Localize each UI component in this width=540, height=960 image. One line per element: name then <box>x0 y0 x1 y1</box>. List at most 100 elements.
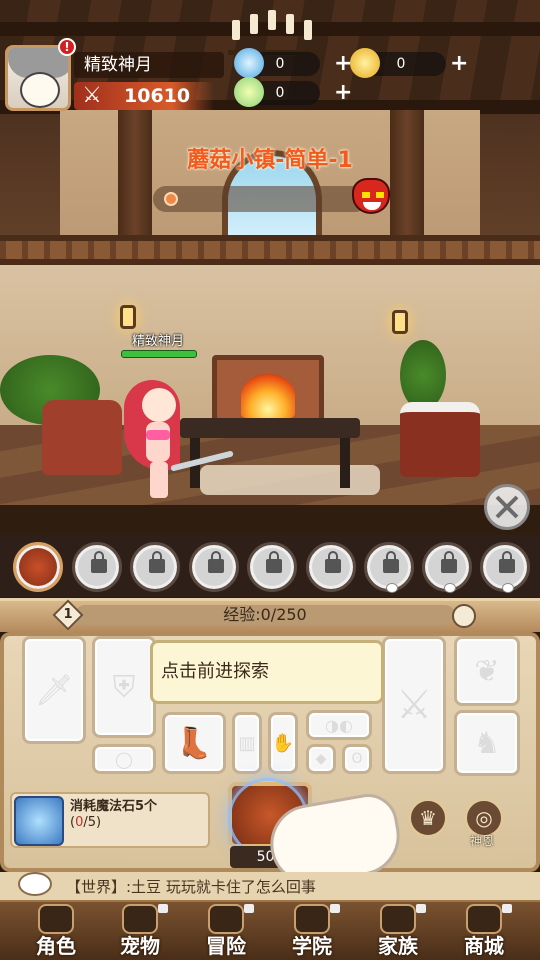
equip-slot-boots[interactable]: 👢 <box>162 712 226 774</box>
player-avatar[interactable] <box>5 45 71 111</box>
paw-icon <box>502 583 514 593</box>
boss-icon <box>352 178 390 214</box>
skill-slot-locked[interactable] <box>72 542 122 592</box>
skill-slot-locked[interactable] <box>130 542 180 592</box>
nav-adventure[interactable]: 冒险 <box>186 900 266 960</box>
lock-icon <box>416 904 426 913</box>
crown-icon: ♛ <box>419 806 437 830</box>
stage-title: 蘑菇小镇-简单-1 <box>187 148 353 173</box>
balcony-railing <box>0 235 540 265</box>
pet-slot-locked[interactable] <box>480 542 530 593</box>
nav-label: 家族 <box>378 934 418 958</box>
relic-sword-icon: ⚔ <box>396 682 432 728</box>
pet-slot-locked[interactable] <box>422 542 472 593</box>
level-value: 1 <box>63 607 73 622</box>
book-icon[interactable] <box>452 604 476 628</box>
wall-lamp <box>120 305 136 329</box>
hero-character[interactable] <box>112 370 234 500</box>
equip-slot-wing[interactable]: ❦ <box>454 636 520 706</box>
equip-slot-glove[interactable]: ✋ <box>268 712 298 774</box>
rug <box>200 465 380 495</box>
magic-stone-icon <box>14 796 64 846</box>
currency-value: 0 <box>396 56 406 72</box>
paw-icon <box>444 583 456 593</box>
fire <box>241 374 295 418</box>
nav-family[interactable]: 家族 <box>358 900 438 960</box>
stage-progress-track <box>153 186 368 212</box>
nav-label: 宠物 <box>120 934 160 958</box>
bracer-icon: ▥ <box>238 732 256 754</box>
sword-icon: ⚔ <box>82 83 102 108</box>
table-leg <box>340 438 350 488</box>
equip-slot-charm[interactable]: ◆ <box>306 744 336 774</box>
lock-icon <box>383 551 399 573</box>
glove-icon: ✋ <box>271 732 295 754</box>
player-name: 精致神月 <box>74 52 224 78</box>
add-rainbow-gem-button[interactable]: + <box>334 81 352 105</box>
wall-lamp <box>392 310 408 334</box>
nav-character[interactable]: 角色 <box>16 900 96 960</box>
nav-shop[interactable]: 商城 <box>444 900 524 960</box>
nav-pet[interactable]: 宠物 <box>100 900 180 960</box>
paw-icon <box>386 583 398 593</box>
chat-message: 【世界】:土豆 玩玩就卡住了怎么回事 <box>66 878 316 896</box>
lock-icon <box>149 551 165 573</box>
nav-academy[interactable]: 学院 <box>272 900 352 960</box>
equip-slot-mount[interactable]: ♞ <box>454 710 520 776</box>
skill-slot-locked[interactable] <box>306 542 356 592</box>
equip-slot-relic[interactable]: ⚔ <box>382 636 446 774</box>
earring-icon: ʘ <box>351 751 363 767</box>
equip-slot-earring[interactable]: ʘ <box>342 744 372 774</box>
character-name: 精致神月 <box>131 334 184 349</box>
horse-icon: ♞ <box>473 725 501 761</box>
exp-text: 经验:0/250 <box>223 605 307 624</box>
potted-tree <box>400 340 446 410</box>
crossed-swords-icon <box>495 495 519 519</box>
skill-slot-active[interactable] <box>13 542 63 592</box>
currency-value: 0 <box>275 85 285 101</box>
lock-icon <box>330 904 340 913</box>
mask-icon: ◑◐ <box>325 715 353 735</box>
lock-icon <box>325 551 341 573</box>
currency-gold-coin: 0 <box>350 48 446 78</box>
armchair-right <box>400 402 480 477</box>
nav-label: 冒险 <box>206 934 246 958</box>
character-hp-bar <box>121 350 197 358</box>
boots-icon: 👢 <box>175 725 213 761</box>
auto-battle-button[interactable] <box>484 484 530 530</box>
equip-slot-armor[interactable]: ⛨ <box>92 636 156 738</box>
add-gold-button[interactable]: + <box>450 52 468 76</box>
stage-progress-marker <box>164 192 178 206</box>
explore-tooltip: 点击前进探索 <box>150 640 384 704</box>
lock-icon <box>91 551 107 573</box>
notification-alert-icon: ! <box>58 38 76 56</box>
nav-label: 商城 <box>464 934 504 958</box>
lock-icon <box>502 904 512 913</box>
currency-blue-gem: 0 <box>234 48 320 78</box>
belt-icon: ◯ <box>115 749 133 769</box>
blessing-icon: ◎ <box>475 806 493 830</box>
currency-value: 0 <box>275 56 285 72</box>
crown-button[interactable]: ♛ <box>408 798 448 838</box>
chandelier <box>228 0 318 55</box>
lock-icon <box>499 551 515 573</box>
equip-slot-weapon[interactable]: 🗡 <box>22 636 86 744</box>
pet-slot-locked[interactable] <box>364 542 414 593</box>
blessing-label: 神恩 <box>470 834 495 848</box>
lock-icon <box>208 551 224 573</box>
lock-icon <box>158 904 168 913</box>
equip-slot-bracer[interactable]: ▥ <box>232 712 262 774</box>
equip-slot-mask[interactable]: ◑◐ <box>306 710 372 740</box>
floor-edge <box>0 505 540 535</box>
charm-icon: ◆ <box>315 751 327 767</box>
armor-icon: ⛨ <box>112 669 136 705</box>
wing-icon: ❦ <box>474 653 500 689</box>
armchair-left <box>42 400 122 475</box>
equip-slot-belt[interactable]: ◯ <box>92 744 156 774</box>
skill-slot-locked[interactable] <box>247 542 297 592</box>
sword-icon: 🗡 <box>34 672 74 708</box>
chat-bubble-icon[interactable] <box>18 872 52 896</box>
mission-progress: (0/5) <box>70 815 102 830</box>
skill-slot-locked[interactable] <box>189 542 239 592</box>
currency-rainbow-gem: 0 <box>234 77 320 107</box>
